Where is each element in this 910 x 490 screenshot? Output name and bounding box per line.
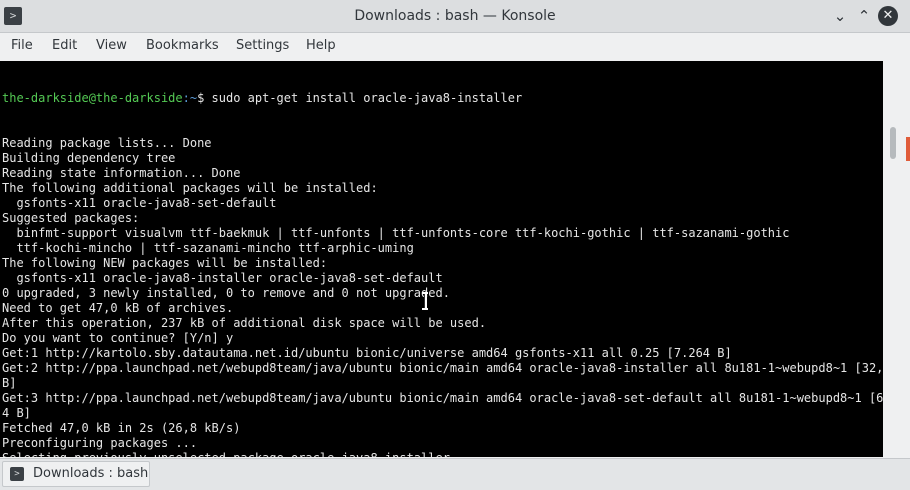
terminal-line: The following additional packages will b… [2,181,378,195]
terminal-line: Need to get 47,0 kB of archives. [2,301,234,315]
vertical-scrollbar[interactable] [884,61,910,457]
menu-file[interactable]: File [11,38,33,53]
terminal-line: Fetched 47,0 kB in 2s (26,8 kB/s) [2,421,241,435]
text-cursor-icon [422,292,428,310]
menu-bookmarks[interactable]: Bookmarks [146,38,219,53]
terminal-line: B] [2,376,17,390]
tab-bar: > Downloads : bash [0,458,910,490]
terminal-line: 0 upgraded, 3 newly installed, 0 to remo… [2,286,450,300]
terminal-line: The following NEW packages will be insta… [2,256,328,270]
terminal-line: 4 B] [2,406,31,420]
menu-settings[interactable]: Settings [236,38,289,53]
terminal-line: After this operation, 237 kB of addition… [2,316,487,330]
prompt-user: the-darkside@the-darkside [2,91,183,105]
terminal-prompt-line: the-darkside@the-darkside:~$ sudo apt-ge… [2,91,883,106]
menu-edit[interactable]: Edit [52,38,77,53]
menu-view[interactable]: View [96,38,127,53]
prompt-path: :~ [182,91,198,105]
tab-label: Downloads : bash [33,466,149,481]
terminal-line: Building dependency tree [2,151,176,165]
menu-help[interactable]: Help [306,38,336,53]
terminal-line: Reading package lists... Done [2,136,212,150]
terminal-line: ttf-kochi-mincho | ttf-sazanami-mincho t… [2,241,414,255]
menu-bar: File Edit View Bookmarks Settings Help [0,33,910,60]
close-icon[interactable]: ✕ [878,6,898,26]
terminal-line: gsfonts-x11 oracle-java8-set-default [2,196,277,210]
background-window-edge [906,137,910,161]
terminal-line: Get:3 http://ppa.launchpad.net/webupd8te… [2,391,883,405]
minimize-icon[interactable]: ⌄ [830,6,850,26]
terminal-line: Preconfiguring packages ... [2,436,198,450]
terminal-icon: > [10,467,24,481]
terminal-line: Get:2 http://ppa.launchpad.net/webupd8te… [2,361,883,375]
title-bar[interactable]: > Downloads : bash — Konsole ⌄ ⌃ ✕ [0,0,910,33]
terminal-view[interactable]: the-darkside@the-darkside:~$ sudo apt-ge… [0,61,883,457]
maximize-icon[interactable]: ⌃ [854,6,874,26]
terminal-line: Do you want to continue? [Y/n] y [2,331,234,345]
terminal-line: Suggested packages: [2,211,140,225]
prompt-symbol: $ [197,91,212,105]
terminal-line: binfmt-support visualvm ttf-baekmuk | tt… [2,226,790,240]
tab-downloads-bash[interactable]: > Downloads : bash [2,461,150,487]
window-title: Downloads : bash — Konsole [354,8,556,24]
terminal-line: Reading state information... Done [2,166,241,180]
terminal-output: the-darkside@the-darkside:~$ sudo apt-ge… [0,61,883,457]
scrollbar-thumb[interactable] [890,127,896,159]
terminal-line: Selecting previously unselected package … [2,451,883,457]
terminal-command: sudo apt-get install oracle-java8-instal… [211,91,523,105]
terminal-line: gsfonts-x11 oracle-java8-installer oracl… [2,271,443,285]
terminal-line: Get:1 http://kartolo.sby.datautama.net.i… [2,346,732,360]
